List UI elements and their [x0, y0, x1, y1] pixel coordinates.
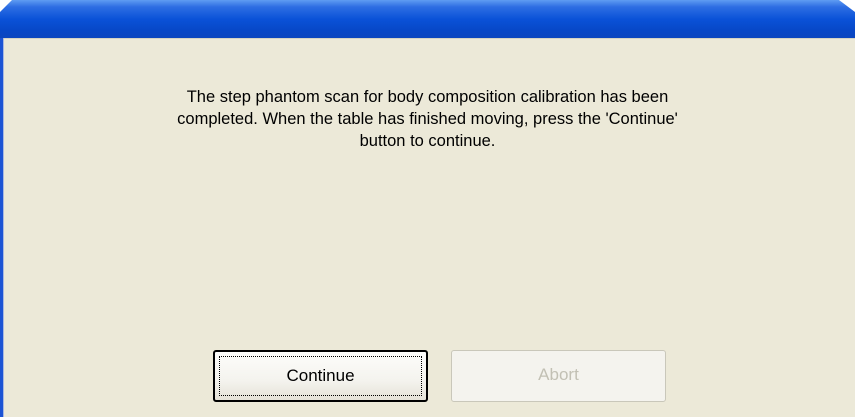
title-bar[interactable] — [0, 0, 855, 38]
title-bar-corner-right — [839, 0, 855, 12]
dialog-message: The step phantom scan for body compositi… — [0, 86, 855, 152]
continue-button-label: Continue — [286, 366, 355, 385]
abort-button[interactable]: Abort — [451, 350, 666, 402]
continue-button[interactable]: Continue — [213, 350, 428, 402]
dialog-message-line: completed. When the table has finished m… — [177, 110, 678, 128]
dialog-message-line: The step phantom scan for body compositi… — [186, 88, 669, 106]
dialog-window: The step phantom scan for body compositi… — [0, 0, 855, 417]
title-bar-corner-left — [0, 0, 12, 12]
dialog-message-line: button to continue. — [359, 132, 496, 150]
abort-button-label: Abort — [538, 365, 579, 384]
